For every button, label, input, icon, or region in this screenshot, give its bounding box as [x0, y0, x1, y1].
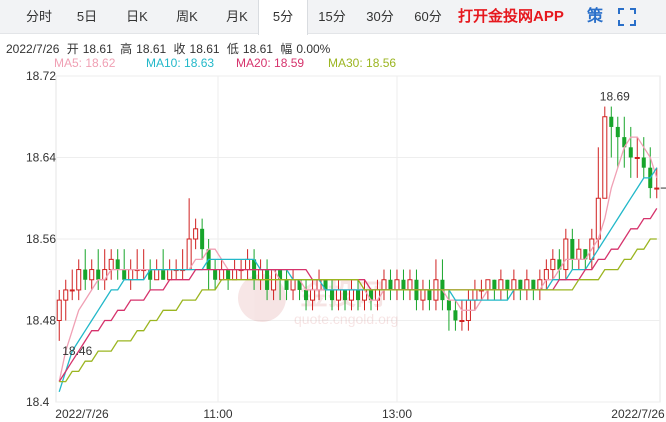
- x-tick-label: 2022/7/26: [55, 407, 109, 421]
- candle-body-down: [453, 310, 458, 321]
- candle-body-up: [394, 279, 400, 291]
- candle-body-up: [63, 289, 69, 301]
- candle-body-down: [213, 269, 218, 280]
- candle-body-up: [381, 279, 387, 291]
- candle-body-up: [563, 238, 569, 271]
- candle-body-up: [193, 228, 199, 240]
- chart-grid: [55, 75, 661, 403]
- candle-body-up: [219, 269, 225, 281]
- candles-layer: [56, 106, 660, 341]
- candle-body-up: [310, 289, 316, 301]
- candle-body-up: [348, 289, 355, 301]
- candle-body-down: [531, 279, 536, 290]
- candle-body-up: [511, 279, 517, 291]
- y-tick-label: 18.4: [26, 395, 50, 409]
- candle-body-down: [641, 157, 646, 168]
- watermark-logo: [238, 274, 286, 322]
- candle-body-up: [128, 269, 134, 281]
- candle-body-up: [108, 258, 114, 271]
- candle-body-down: [83, 269, 88, 280]
- candle-body-up: [290, 279, 296, 291]
- candle-body-up: [543, 269, 549, 281]
- candle-body-down: [388, 279, 393, 290]
- watermark-en: quote.cngold.org: [294, 311, 398, 327]
- candle-body-down: [115, 259, 120, 270]
- x-tick-label: 11:00: [203, 407, 232, 421]
- y-tick-label: 18.56: [26, 232, 56, 246]
- ma-line-ma5: [58, 136, 658, 382]
- candle-body-down: [505, 279, 510, 290]
- candle-body-up: [498, 279, 504, 291]
- candle-body-up: [89, 269, 95, 281]
- candle-body-down: [330, 289, 335, 301]
- candle-body-up: [154, 269, 160, 281]
- candle-body-down: [304, 289, 309, 301]
- y-tick-label: 18.72: [26, 69, 56, 83]
- candle-body-up: [550, 258, 556, 271]
- y-tick-label: 18.48: [26, 314, 56, 328]
- candle-body-up: [245, 258, 251, 271]
- candle-body-up: [69, 289, 75, 292]
- candle-body-up: [602, 116, 608, 199]
- candle-body-up: [258, 269, 264, 281]
- candle-body-down: [355, 289, 361, 301]
- candle-body-up: [485, 279, 491, 291]
- candlestick-chart[interactable]: 金投网 quote.cngold.org 18.7218.6418.5618.4…: [0, 0, 666, 422]
- candle-body-up: [336, 289, 342, 301]
- candle-body-down: [342, 289, 348, 301]
- candle-body-up: [420, 289, 426, 301]
- x-tick-label: 13:00: [382, 407, 412, 421]
- candle-body-up: [186, 238, 192, 271]
- candle-body-up: [459, 320, 465, 322]
- x-tick-label: 2022/7/26: [611, 407, 665, 421]
- candle-body-down: [226, 269, 231, 280]
- candle-body-down: [518, 279, 523, 290]
- candle-body-down: [615, 126, 620, 138]
- candle-body-down: [200, 228, 205, 250]
- y-tick-label: 18.64: [26, 151, 56, 165]
- candle-body-up: [634, 157, 640, 159]
- candle-body-down: [122, 269, 127, 280]
- candle-body-down: [96, 269, 101, 280]
- candle-body-up: [167, 269, 173, 281]
- candle-body-up: [76, 269, 82, 291]
- max-price-label: 18.69: [600, 90, 630, 104]
- candle-body-down: [492, 279, 497, 290]
- candle-body-down: [609, 116, 614, 127]
- candle-body-up: [472, 289, 478, 301]
- candle-body-up: [232, 269, 238, 281]
- candle-body-down: [427, 289, 432, 301]
- candle-body-down: [628, 147, 633, 158]
- min-price-label: 18.46: [62, 344, 92, 358]
- candle-body-down: [570, 239, 575, 260]
- candle-body-down: [446, 300, 451, 311]
- candle-body-down: [284, 279, 289, 290]
- candle-body-up: [56, 299, 62, 321]
- candle-body-up: [654, 187, 660, 190]
- candle-body-up: [576, 248, 582, 260]
- candle-body-down: [401, 279, 406, 290]
- axis-labels: 18.72 18.64 18.56 18.48 18.4 2022/7/26 11:00 13…: [26, 69, 666, 421]
- candle-body-up: [524, 279, 530, 291]
- candle-body-down: [161, 269, 166, 280]
- candle-body-up: [407, 279, 413, 291]
